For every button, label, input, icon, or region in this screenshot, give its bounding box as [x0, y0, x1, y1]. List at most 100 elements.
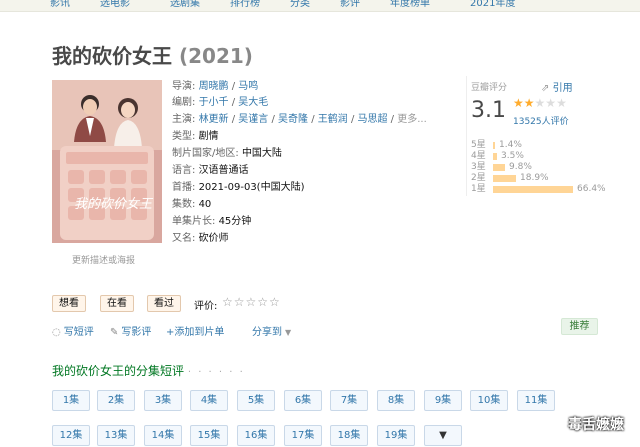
writer-link[interactable]: 于小千 [199, 97, 229, 108]
rating-bar [493, 153, 497, 160]
star-level-label: 4星 [471, 151, 486, 161]
chevron-down-icon: ▼ [439, 430, 447, 441]
episodes-value: 40 [198, 199, 212, 210]
add-to-list-link[interactable]: +添加到片单 [166, 323, 224, 338]
write-short-review-link[interactable]: ◌ 写短评 [52, 323, 94, 338]
want-to-watch-button[interactable]: 想看 [52, 295, 86, 312]
poster-image[interactable]: 我的砍价女王 [52, 80, 162, 243]
star-half-icon: ★ [523, 96, 535, 110]
episode-button[interactable]: 18集 [330, 425, 368, 446]
star-level-label: 5星 [471, 140, 486, 150]
episode-button[interactable]: 15集 [190, 425, 228, 446]
episode-button[interactable]: 9集 [424, 390, 462, 411]
episode-button[interactable]: 10集 [470, 390, 508, 411]
more-episodes-button[interactable]: ▼ [424, 425, 462, 446]
episode-button[interactable]: 6集 [284, 390, 322, 411]
title-year: (2021) [178, 44, 253, 68]
rating-percent: 9.8% [509, 162, 532, 172]
info-director: 导演: 周晓鹏 / 马鸣 [172, 81, 259, 92]
info-writer: 编剧: 于小千 / 吴大毛 [172, 97, 269, 108]
cast-more-link[interactable]: 更多... [397, 114, 427, 125]
episode-button[interactable]: 7集 [330, 390, 368, 411]
watermark: 毒舌嬷嬷 [568, 417, 624, 433]
cast-link[interactable]: 吴谨言 [238, 114, 268, 125]
rating-bar [493, 186, 573, 193]
nav-item[interactable]: 年度榜单 [390, 0, 430, 9]
rating-stars: ★★★★★ [513, 96, 567, 110]
watching-button[interactable]: 在看 [100, 295, 134, 312]
premiere-value: 2021-09-03(中国大陆) [198, 182, 305, 193]
episode-button[interactable]: 19集 [377, 425, 415, 446]
nav-item[interactable]: 影评 [340, 0, 360, 9]
rating-bar [493, 175, 516, 182]
cast-link[interactable]: 林更新 [199, 114, 229, 125]
director-link[interactable]: 周晓鹏 [199, 81, 229, 92]
nav-item[interactable]: 排行榜 [230, 0, 260, 9]
rating-percent: 66.4% [577, 184, 606, 194]
episode-comments-heading: 我的砍价女王的分集短评 · · · · · · [52, 364, 245, 378]
rating-percent: 3.5% [501, 151, 524, 161]
episode-button[interactable]: 16集 [237, 425, 275, 446]
cast-link[interactable]: 马思超 [358, 114, 388, 125]
country-value: 中国大陆 [241, 148, 282, 159]
info-premiere: 首播: 2021-09-03(中国大陆) [172, 182, 305, 193]
nav-item[interactable]: 分类 [290, 0, 310, 9]
cast-link[interactable]: 王鹤润 [318, 114, 348, 125]
write-review-link[interactable]: ✎ 写影评 [110, 323, 151, 338]
evaluate-label: 评价: [194, 301, 218, 312]
cite-link[interactable]: ⇗ 引用 [541, 79, 573, 94]
info-language: 语言: 汉语普通话 [172, 165, 249, 176]
info-runtime: 单集片长: 45分钟 [172, 216, 252, 227]
episode-button[interactable]: 8集 [377, 390, 415, 411]
rating-percent: 1.4% [499, 140, 522, 150]
info-genre: 类型: 剧情 [172, 131, 219, 142]
episode-button[interactable]: 2集 [97, 390, 135, 411]
star-level-label: 2星 [471, 173, 486, 183]
info-aka: 又名: 砍价师 [172, 233, 229, 244]
episode-button[interactable]: 4集 [190, 390, 228, 411]
episode-button[interactable]: 3集 [144, 390, 182, 411]
writer-link[interactable]: 吴大毛 [238, 97, 268, 108]
nav-item[interactable]: 选电影 [100, 0, 130, 9]
pencil-icon: ✎ [110, 327, 119, 338]
update-poster-link[interactable]: 更新描述或海报 [72, 253, 135, 266]
rate-stars[interactable]: ☆☆☆☆☆ [222, 295, 281, 309]
nav-item[interactable]: 影讯 [50, 0, 70, 9]
episode-button[interactable]: 14集 [144, 425, 182, 446]
recommend-button[interactable]: 推荐 [561, 318, 598, 335]
star-empty-icon: ★ [534, 96, 546, 110]
episode-button[interactable]: 11集 [517, 390, 555, 411]
episode-button[interactable]: 12集 [52, 425, 90, 446]
nav-item[interactable]: 2021年度 [470, 0, 515, 9]
nav-item[interactable]: 选剧集 [170, 0, 200, 9]
share-link[interactable]: 分享到 ▼ [252, 323, 291, 338]
poster-art: 我的砍价女王 [52, 80, 162, 243]
info-cast: 主演: 林更新 / 吴谨言 / 吴奇隆 / 王鹤润 / 马思超 / 更多... [172, 114, 427, 125]
genre-value: 剧情 [198, 131, 219, 142]
director-link[interactable]: 马鸣 [238, 81, 258, 92]
star-empty-icon: ★ [556, 96, 567, 110]
episode-button[interactable]: 5集 [237, 390, 275, 411]
cast-link[interactable]: 吴奇隆 [278, 114, 308, 125]
rating-box: 豆瓣评分 ⇗ 引用 3.1 ★★★★★ 13525人评价 5星 1.4% 4星 3.5… [466, 76, 626, 196]
rating-score: 3.1 [471, 98, 506, 123]
episode-button[interactable]: 1集 [52, 390, 90, 411]
title-name: 我的砍价女王 [52, 44, 172, 68]
top-nav: 影讯 选电影 选剧集 排行榜 分类 影评 年度榜单 2021年度 [0, 0, 640, 12]
star-level-label: 3星 [471, 162, 486, 172]
aka-value: 砍价师 [198, 233, 229, 244]
language-value: 汉语普通话 [198, 165, 249, 176]
star-empty-icon: ★ [545, 96, 557, 110]
external-link-icon: ⇗ [541, 83, 550, 94]
comment-icon: ◌ [52, 327, 61, 338]
episode-button[interactable]: 13集 [97, 425, 135, 446]
rating-percent: 18.9% [520, 173, 549, 183]
episode-button[interactable]: 17集 [284, 425, 322, 446]
watched-button[interactable]: 看过 [147, 295, 181, 312]
rating-count-link[interactable]: 13525人评价 [513, 114, 569, 127]
runtime-value: 45分钟 [218, 216, 252, 227]
rating-label: 豆瓣评分 [471, 83, 508, 93]
info-episodes: 集数: 40 [172, 199, 212, 210]
cite-label: 引用 [552, 83, 573, 94]
star-level-label: 1星 [471, 184, 486, 194]
